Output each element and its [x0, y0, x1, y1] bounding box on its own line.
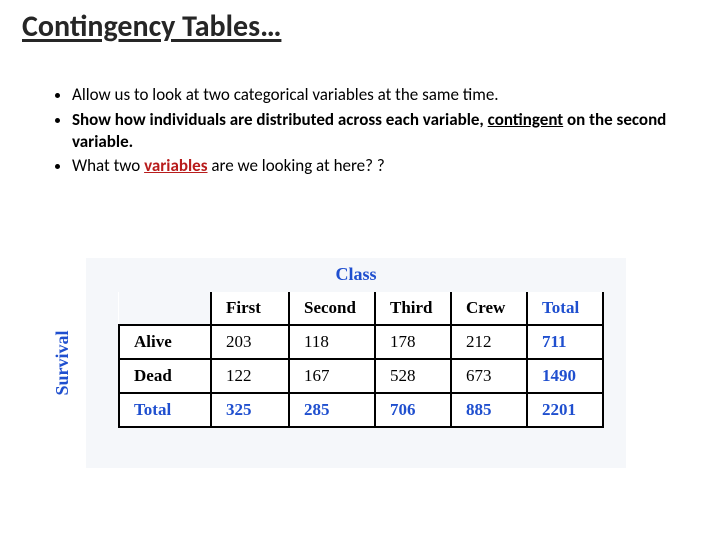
bullet-2-contingent: contingent [488, 109, 564, 130]
bullet-3: What two variables are we looking at her… [72, 155, 696, 177]
bullet-3-post: are we looking at here? ? [208, 155, 385, 176]
row-dead-label: Dead [119, 359, 211, 393]
header-row: First Second Third Crew Total [119, 292, 603, 325]
cell-dead-second: 167 [289, 359, 375, 393]
cell-alive-third: 178 [375, 325, 451, 359]
header-first: First [211, 292, 289, 325]
contingency-table: First Second Third Crew Total Alive 203 … [118, 292, 604, 428]
cell-alive-first: 203 [211, 325, 289, 359]
header-total: Total [527, 292, 603, 325]
contingency-table-region: Class Survival First Second Third Crew T… [86, 258, 626, 468]
cell-dead-third: 528 [375, 359, 451, 393]
row-total-label: Total [119, 393, 211, 427]
cell-alive-second: 118 [289, 325, 375, 359]
bullet-3-variables: variables [144, 155, 207, 176]
header-corner [119, 292, 211, 325]
bullet-1: Allow us to look at two categorical vari… [72, 84, 696, 106]
cell-total-crew: 885 [451, 393, 527, 427]
slide-title: Contingency Tables… [22, 8, 281, 45]
header-third: Third [375, 292, 451, 325]
header-crew: Crew [451, 292, 527, 325]
row-alive-label: Alive [119, 325, 211, 359]
bullet-3-pre: What two [72, 155, 144, 176]
cell-total-first: 325 [211, 393, 289, 427]
row-dead: Dead 122 167 528 673 1490 [119, 359, 603, 393]
bullet-2-pre: Show how individuals are distributed acr… [72, 109, 488, 130]
column-variable-label: Class [86, 264, 626, 285]
cell-dead-crew: 673 [451, 359, 527, 393]
row-alive: Alive 203 118 178 212 711 [119, 325, 603, 359]
cell-dead-first: 122 [211, 359, 289, 393]
cell-total-second: 285 [289, 393, 375, 427]
cell-total-total: 2201 [527, 393, 603, 427]
row-total: Total 325 285 706 885 2201 [119, 393, 603, 427]
header-second: Second [289, 292, 375, 325]
bullet-list: Allow us to look at two categorical vari… [46, 84, 696, 180]
cell-alive-crew: 212 [451, 325, 527, 359]
cell-dead-total: 1490 [527, 359, 603, 393]
bullet-2: Show how individuals are distributed acr… [72, 109, 696, 153]
cell-total-third: 706 [375, 393, 451, 427]
cell-alive-total: 711 [527, 325, 603, 359]
